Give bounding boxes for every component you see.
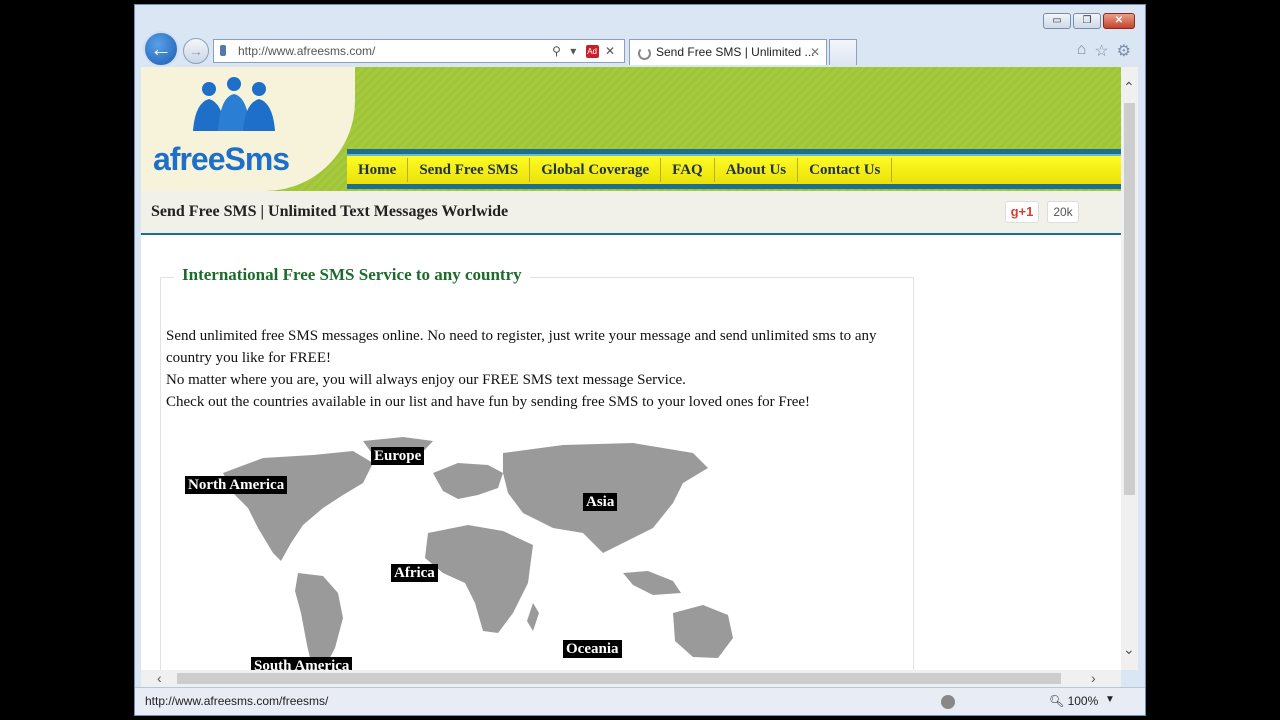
world-map-graphic xyxy=(223,437,733,670)
settings-gear-icon[interactable]: ⚙ xyxy=(1117,41,1131,61)
zoom-level[interactable]: 🔍︎ 100% xyxy=(1049,694,1098,708)
minimize-button[interactable]: ▭ xyxy=(1043,13,1071,29)
nav-about-us[interactable]: About Us xyxy=(715,158,799,182)
scroll-left-icon[interactable]: ‹ xyxy=(157,670,162,687)
loading-icon xyxy=(638,47,651,60)
page-title: Send Free SMS | Unlimited Text Messages … xyxy=(151,203,509,220)
intro-paragraph: Send unlimited free SMS messages online.… xyxy=(166,328,877,366)
scroll-down-icon[interactable]: ⌄ xyxy=(1123,641,1135,658)
page-icon xyxy=(220,45,226,56)
world-map[interactable]: Europe North America Asia Africa Oceania… xyxy=(185,433,773,670)
nav-send-free-sms[interactable]: Send Free SMS xyxy=(408,158,531,182)
region-label-africa[interactable]: Africa xyxy=(391,564,438,582)
stop-icon[interactable]: ✕ xyxy=(605,44,618,58)
intro-text: Send unlimited free SMS messages online.… xyxy=(166,325,912,413)
browser-window: ▭ ❐ ✕ ← → http://www.afreesms.com/ ⚲ ▾ A… xyxy=(134,4,1146,716)
address-url[interactable]: http://www.afreesms.com/ xyxy=(238,40,375,62)
scroll-up-icon[interactable]: ⌃ xyxy=(1123,79,1135,96)
adblock-icon[interactable]: Ad xyxy=(585,45,599,59)
horizontal-scrollbar[interactable]: ‹ › xyxy=(141,670,1121,687)
region-label-north-america[interactable]: North America xyxy=(185,476,288,494)
title-bar: Send Free SMS | Unlimited Text Messages … xyxy=(141,191,1121,235)
site-header: afreeSms Home Send Free SMS Global Cover… xyxy=(141,67,1121,191)
logo-people-icon xyxy=(193,77,275,131)
tab-close-icon[interactable]: ✕ xyxy=(810,40,820,65)
nav-home[interactable]: Home xyxy=(347,158,409,182)
scroll-right-icon[interactable]: › xyxy=(1091,670,1096,687)
zoom-dropdown-icon[interactable]: ▼ xyxy=(1105,694,1115,705)
address-bar[interactable]: http://www.afreesms.com/ ⚲ ▾ Ad ✕ xyxy=(213,39,625,63)
vertical-scroll-thumb[interactable] xyxy=(1124,103,1135,495)
google-plus-count: 20k xyxy=(1047,201,1079,223)
nav-faq[interactable]: FAQ xyxy=(661,158,715,182)
forward-button[interactable]: → xyxy=(183,38,209,64)
status-indicator-icon[interactable] xyxy=(941,695,955,709)
intro-paragraph: Check out the countries available in our… xyxy=(166,394,811,410)
browser-tools: ⌂ ☆ ⚙ xyxy=(1077,41,1131,61)
new-tab-button[interactable] xyxy=(829,39,857,65)
home-icon[interactable]: ⌂ xyxy=(1077,41,1087,61)
horizontal-scroll-thumb[interactable] xyxy=(177,673,1061,684)
nav-global-coverage[interactable]: Global Coverage xyxy=(530,158,662,182)
zoom-value: 100% xyxy=(1067,694,1099,708)
intro-paragraph: No matter where you are, you will always… xyxy=(166,372,686,388)
vertical-scrollbar[interactable]: ⌃ ⌄ xyxy=(1121,67,1138,670)
section-heading: International Free SMS Service to any co… xyxy=(174,265,530,285)
region-label-oceania[interactable]: Oceania xyxy=(563,640,622,658)
logo-area[interactable]: afreeSms xyxy=(141,67,355,191)
nav-contact-us[interactable]: Contact Us xyxy=(798,158,893,182)
close-window-button[interactable]: ✕ xyxy=(1103,13,1135,29)
tab-active[interactable]: Send Free SMS | Unlimited ... ✕ xyxy=(629,39,827,65)
address-controls: ⚲ ▾ Ad ✕ xyxy=(552,40,618,62)
window-controls: ▭ ❐ ✕ xyxy=(1043,13,1135,29)
nav-bar: Home Send Free SMS Global Coverage FAQ A… xyxy=(347,154,1121,184)
tab-title: Send Free SMS | Unlimited ... xyxy=(656,45,815,59)
page-viewport: afreeSms Home Send Free SMS Global Cover… xyxy=(141,67,1121,670)
favorites-star-icon[interactable]: ☆ xyxy=(1094,41,1108,61)
region-label-asia[interactable]: Asia xyxy=(583,493,618,511)
search-dropdown-icon[interactable]: ⚲ ▾ xyxy=(552,44,579,58)
status-url: http://www.afreesms.com/freesms/ xyxy=(145,694,329,708)
region-label-south-america[interactable]: South America xyxy=(251,657,353,670)
back-button[interactable]: ← xyxy=(143,31,179,67)
site-logo: afreeSms xyxy=(153,141,290,177)
region-label-europe[interactable]: Europe xyxy=(371,447,425,465)
google-plus-button[interactable]: g+1 xyxy=(1005,201,1039,223)
status-bar: http://www.afreesms.com/freesms/ 🔍︎ 100%… xyxy=(135,687,1145,715)
main-nav: Home Send Free SMS Global Coverage FAQ A… xyxy=(347,149,1121,189)
maximize-button[interactable]: ❐ xyxy=(1073,13,1101,29)
